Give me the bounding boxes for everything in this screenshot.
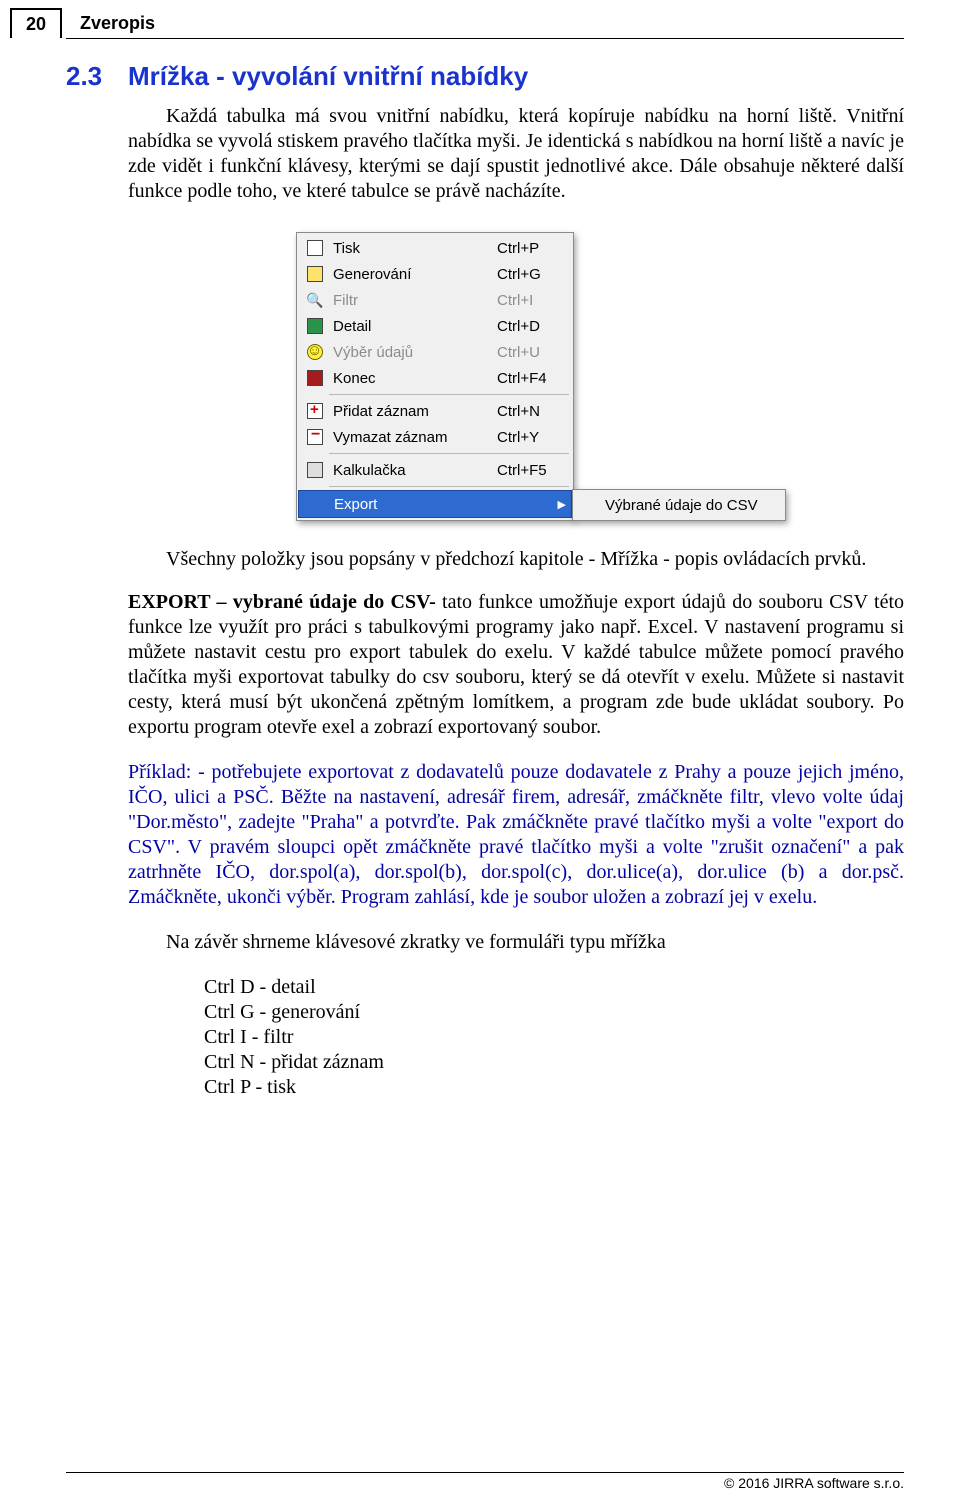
shortcuts-intro: Na závěr shrneme klávesové zkratky ve fo… xyxy=(128,930,904,955)
header-title: Zveropis xyxy=(80,13,155,38)
footer-text: © 2016 JIRRA software s.r.o. xyxy=(724,1475,904,1491)
add-icon xyxy=(303,403,327,419)
delete-icon xyxy=(303,429,327,445)
menu-separator xyxy=(329,394,569,395)
submenu-item-label: Výbrané údaje do CSV xyxy=(605,497,758,514)
menu-item-vyber-udaju: Výběr údajů Ctrl+U xyxy=(299,339,571,365)
menu-item-label: Filtr xyxy=(327,292,497,309)
menu-item-label: Export xyxy=(328,496,484,513)
export-paragraph: EXPORT – vybrané údaje do CSV- tato funk… xyxy=(128,590,904,740)
menu-item-label: Konec xyxy=(327,370,497,387)
body: Každá tabulka má svou vnitřní nabídku, k… xyxy=(128,104,904,204)
select-icon xyxy=(303,344,327,360)
export-lead: EXPORT – vybrané údaje do CSV- xyxy=(128,591,436,613)
intro-paragraph: Každá tabulka má svou vnitřní nabídku, k… xyxy=(128,104,904,204)
shortcut-line: Ctrl N - přidat záznam xyxy=(204,1050,904,1075)
context-menu[interactable]: Tisk Ctrl+P Generování Ctrl+G 🔍 Filtr Ct… xyxy=(296,232,574,521)
menu-item-shortcut: Ctrl+F4 xyxy=(497,370,567,387)
menu-item-shortcut: Ctrl+F5 xyxy=(497,462,567,479)
section-heading: 2.3 Mrížka - vyvolání vnitřní nabídky xyxy=(66,61,904,92)
menu-item-shortcut: Ctrl+Y xyxy=(497,429,567,446)
menu-item-label: Výběr údajů xyxy=(327,344,497,361)
menu-item-shortcut: Ctrl+I xyxy=(497,292,567,309)
menu-item-shortcut: Ctrl+N xyxy=(497,403,567,420)
detail-icon xyxy=(303,318,327,334)
filter-icon: 🔍 xyxy=(303,292,327,309)
menu-item-export[interactable]: Export ▶ xyxy=(298,490,572,518)
menu-item-label: Tisk xyxy=(327,240,497,257)
section-number: 2.3 xyxy=(66,61,128,92)
submenu-item-export-csv[interactable]: Výbrané údaje do CSV xyxy=(575,492,783,518)
context-submenu[interactable]: Výbrané údaje do CSV xyxy=(572,489,786,521)
page-header: 20 Zveropis xyxy=(66,0,904,39)
section-title: Mrížka - vyvolání vnitřní nabídky xyxy=(128,61,528,92)
body: Všechny položky jsou popsány v předchozí… xyxy=(128,547,904,1100)
page-footer: © 2016 JIRRA software s.r.o. xyxy=(66,1472,904,1491)
print-icon xyxy=(303,240,327,256)
page-number: 20 xyxy=(26,14,46,35)
context-menu-figure: Tisk Ctrl+P Generování Ctrl+G 🔍 Filtr Ct… xyxy=(296,232,816,521)
menu-item-filtr: 🔍 Filtr Ctrl+I xyxy=(299,287,571,313)
page-number-box: 20 xyxy=(10,8,62,38)
after-menu-paragraph: Všechny položky jsou popsány v předchozí… xyxy=(128,547,904,572)
menu-separator xyxy=(329,486,569,487)
menu-item-label: Generování xyxy=(327,266,497,283)
submenu-arrow-icon: ▶ xyxy=(554,498,566,511)
menu-item-label: Přidat záznam xyxy=(327,403,497,420)
calculator-icon xyxy=(303,462,327,478)
shortcut-line: Ctrl D - detail xyxy=(204,975,904,1000)
menu-item-shortcut: Ctrl+D xyxy=(497,318,567,335)
menu-item-tisk[interactable]: Tisk Ctrl+P xyxy=(299,235,571,261)
menu-item-label: Vymazat záznam xyxy=(327,429,497,446)
menu-item-generovani[interactable]: Generování Ctrl+G xyxy=(299,261,571,287)
menu-item-label: Detail xyxy=(327,318,497,335)
menu-item-pridat-zaznam[interactable]: Přidat záznam Ctrl+N xyxy=(299,398,571,424)
shortcut-line: Ctrl G - generování xyxy=(204,1000,904,1025)
menu-separator xyxy=(329,453,569,454)
shortcut-line: Ctrl P - tisk xyxy=(204,1075,904,1100)
menu-item-shortcut: Ctrl+P xyxy=(497,240,567,257)
menu-item-shortcut: Ctrl+U xyxy=(497,344,567,361)
menu-item-vymazat-zaznam[interactable]: Vymazat záznam Ctrl+Y xyxy=(299,424,571,450)
menu-item-detail[interactable]: Detail Ctrl+D xyxy=(299,313,571,339)
example-paragraph: Příklad: - potřebujete exportovat z doda… xyxy=(128,760,904,910)
end-icon xyxy=(303,370,327,386)
export-body: tato funkce umožňuje export údajů do sou… xyxy=(128,591,904,738)
shortcut-line: Ctrl I - filtr xyxy=(204,1025,904,1050)
menu-item-label: Kalkulačka xyxy=(327,462,497,479)
menu-item-kalkulacka[interactable]: Kalkulačka Ctrl+F5 xyxy=(299,457,571,483)
menu-item-konec[interactable]: Konec Ctrl+F4 xyxy=(299,365,571,391)
generate-icon xyxy=(303,266,327,282)
menu-item-shortcut: Ctrl+G xyxy=(497,266,567,283)
